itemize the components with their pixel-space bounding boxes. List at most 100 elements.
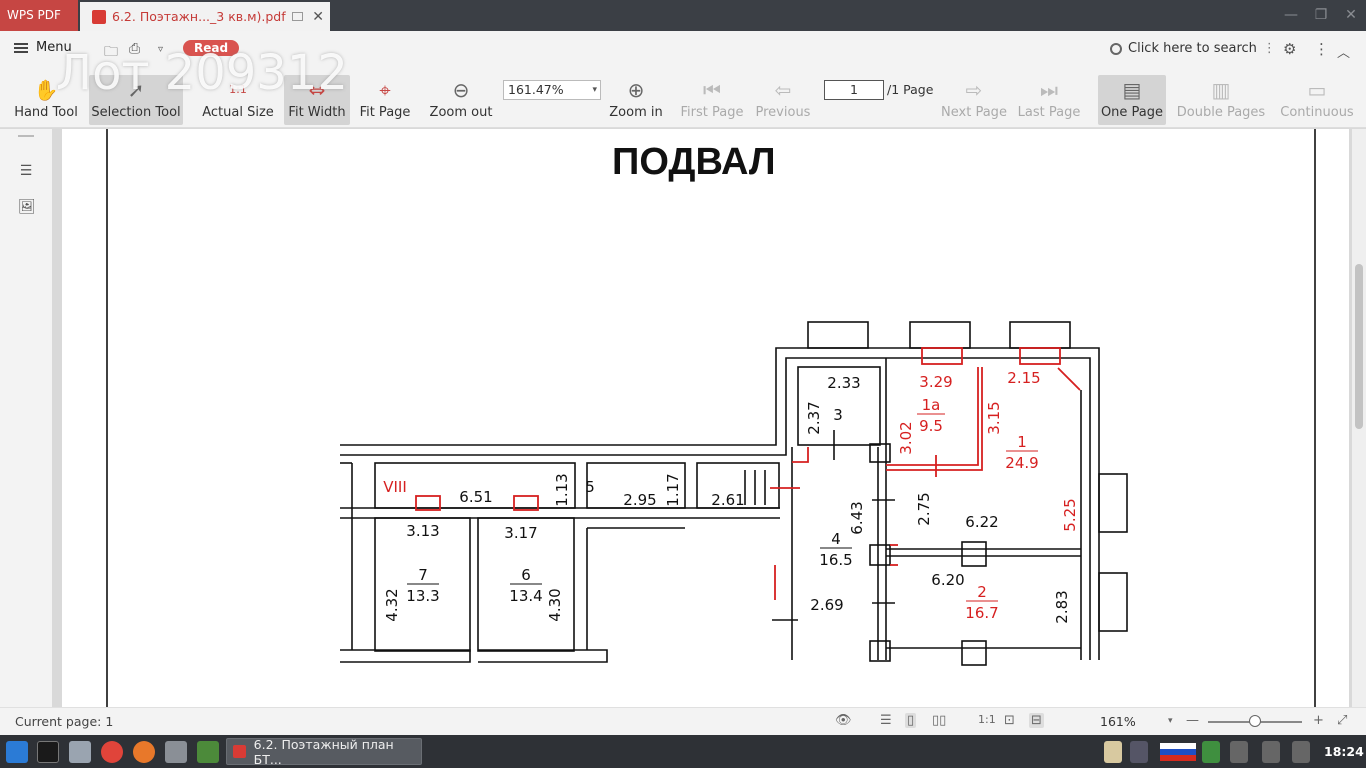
tab-float-icon[interactable] — [291, 12, 303, 21]
document-tab[interactable]: 6.2. Поэтажн..._3 кв.м).pdf ✕ — [80, 2, 330, 31]
one-page-button[interactable]: ▤ One Page — [1098, 75, 1166, 125]
system-monitor-icon[interactable] — [197, 741, 219, 763]
toolbar: ✋ Hand Tool ➚ Selection Tool 1:1 Actual … — [0, 68, 1366, 128]
plan-label: 7 — [418, 566, 428, 584]
plan-label: 2.83 — [1053, 590, 1071, 623]
plan-label-red: 9.5 — [919, 417, 943, 435]
pdf-app-icon — [233, 745, 246, 758]
fit-page-status-icon[interactable]: ⊡ — [1004, 713, 1015, 728]
vertical-scrollbar[interactable] — [1352, 129, 1366, 707]
clipboard-tray-icon[interactable] — [1104, 741, 1122, 763]
thumbnails-icon[interactable]: 🖼 — [18, 199, 36, 215]
zoom-in-button[interactable]: ⊕ Zoom in — [608, 75, 664, 125]
next-page-button[interactable]: ⇨ Next Page — [941, 75, 1007, 125]
last-page-button[interactable]: ⏭ Last Page — [1017, 75, 1081, 125]
plan-label: 4.32 — [383, 588, 401, 621]
sidebar-handle[interactable] — [18, 135, 34, 137]
pdf-file-icon — [92, 9, 106, 24]
document-view[interactable]: ПОДВАЛ 2.33 3 2.37 6.51 1.13 5 2.95 1.17… — [52, 129, 1352, 707]
restore-icon[interactable]: ❐ — [1306, 0, 1336, 31]
search-options-icon[interactable]: ⋮ — [1263, 41, 1276, 56]
file-search-icon[interactable] — [69, 741, 91, 763]
settings-gear-icon[interactable]: ⚙ — [1283, 40, 1296, 58]
zoom-out-icon: ⊖ — [452, 78, 470, 102]
collapse-ribbon-icon[interactable]: ︿ — [1337, 42, 1350, 61]
selection-tool-button[interactable]: ➚ Selection Tool — [89, 75, 183, 125]
plan-label: 16.5 — [819, 551, 852, 569]
plan-label: 2.95 — [623, 491, 656, 509]
clock[interactable]: 18:24 — [1324, 744, 1364, 759]
zoom-plus-icon[interactable]: + — [1313, 713, 1324, 728]
firefox-browser-icon[interactable] — [133, 741, 155, 763]
notifications-icon[interactable] — [1230, 741, 1248, 763]
double-page-view-icon[interactable]: ▯▯ — [932, 713, 946, 728]
zoom-minus-icon[interactable]: — — [1186, 713, 1199, 728]
more-options-icon[interactable]: ⋮ — [1314, 40, 1329, 58]
plan-label: 3.13 — [406, 522, 439, 540]
tab-close-icon[interactable]: ✕ — [312, 9, 324, 25]
document-tab-title: 6.2. Поэтажн..._3 кв.м).pdf — [112, 9, 286, 24]
actual-size-status-icon[interactable]: 1:1 — [978, 713, 996, 726]
fit-width-label: Fit Width — [288, 105, 346, 120]
taskbar: 6.2. Поэтажный план БТ... 18:24 — [0, 735, 1366, 768]
status-zoom-level[interactable]: 161% — [1100, 714, 1136, 729]
fit-page-icon: ⌖ — [379, 78, 391, 102]
zoom-dropdown-icon[interactable]: ▾ — [1168, 716, 1173, 726]
zoom-out-button[interactable]: ⊖ Zoom out — [428, 75, 494, 125]
plan-label: 13.4 — [509, 587, 542, 605]
terminal-icon[interactable] — [37, 741, 59, 763]
floor-plan-drawing: 2.33 3 2.37 6.51 1.13 5 2.95 1.17 2.61 6… — [106, 129, 1316, 707]
fit-width-button[interactable]: ⇔ Fit Width — [284, 75, 350, 125]
zoom-in-label: Zoom in — [609, 105, 663, 120]
page-number-input[interactable]: 1 — [824, 80, 884, 100]
plan-label: 5 — [585, 478, 595, 496]
previous-label: Previous — [755, 105, 811, 120]
eye-protection-icon[interactable]: 👁 — [835, 713, 852, 728]
plan-label: 2.33 — [827, 374, 860, 392]
previous-page-button[interactable]: ⇦ Previous — [754, 75, 812, 125]
security-shield-icon[interactable] — [1202, 741, 1220, 763]
file-manager-icon[interactable] — [165, 741, 187, 763]
zoom-in-icon: ⊕ — [627, 78, 645, 102]
menu-button[interactable]: Menu — [14, 40, 72, 55]
taskbar-window-button[interactable]: 6.2. Поэтажный план БТ... — [226, 736, 422, 767]
read-mode-badge[interactable]: Read — [183, 40, 240, 56]
first-page-button[interactable]: ⏮ First Page — [680, 75, 744, 125]
keyboard-layout-flag-icon[interactable] — [1160, 743, 1196, 761]
app-name[interactable]: WPS PDF — [0, 0, 78, 31]
previous-arrow-icon: ⇦ — [774, 78, 792, 102]
actual-size-button[interactable]: 1:1 Actual Size — [201, 75, 275, 125]
single-page-view-icon[interactable]: ▯ — [905, 713, 917, 728]
plan-label: 2.61 — [711, 491, 744, 509]
chrome-browser-icon[interactable] — [101, 741, 123, 763]
first-page-label: First Page — [680, 105, 744, 120]
fullscreen-icon[interactable]: ⤢ — [1337, 713, 1347, 728]
continuous-button[interactable]: ▭ Continuous — [1280, 75, 1354, 125]
close-window-icon[interactable]: ✕ — [1336, 0, 1366, 31]
network-signal-icon[interactable] — [1130, 741, 1148, 763]
quick-access-dropdown-icon[interactable]: ▿ — [158, 44, 163, 55]
open-folder-icon[interactable]: 🗀 — [104, 41, 118, 65]
continuous-view-icon[interactable]: ☰ — [880, 713, 892, 728]
print-icon[interactable]: ⎙ — [129, 41, 140, 57]
zoom-level-select[interactable]: 161.47% — [503, 80, 601, 100]
start-menu-icon[interactable] — [6, 741, 28, 763]
fit-width-status-icon[interactable]: ⊟ — [1029, 713, 1044, 728]
hand-tool-button[interactable]: ✋ Hand Tool — [12, 75, 80, 125]
minimize-icon[interactable]: — — [1276, 0, 1306, 31]
plan-label: 6.22 — [965, 513, 998, 531]
plan-label-red: 3.29 — [919, 373, 952, 391]
volume-icon[interactable] — [1292, 741, 1310, 763]
left-sidebar: ☰ 🖼 — [0, 129, 52, 707]
plan-label-red: 2 — [977, 583, 987, 601]
search-box[interactable]: Click here to search ⋮ — [1110, 41, 1276, 56]
scrollbar-thumb[interactable] — [1355, 264, 1363, 429]
fit-page-button[interactable]: ⌖ Fit Page — [357, 75, 413, 125]
bookmarks-icon[interactable]: ☰ — [18, 163, 34, 179]
taskbar-window-title: 6.2. Поэтажный план БТ... — [253, 736, 394, 767]
battery-icon[interactable] — [1262, 741, 1280, 763]
actual-size-label: Actual Size — [202, 105, 274, 120]
plan-label-red: 5.25 — [1061, 498, 1079, 531]
double-pages-button[interactable]: ▥ Double Pages — [1174, 75, 1268, 125]
zoom-slider-knob[interactable] — [1249, 715, 1261, 727]
